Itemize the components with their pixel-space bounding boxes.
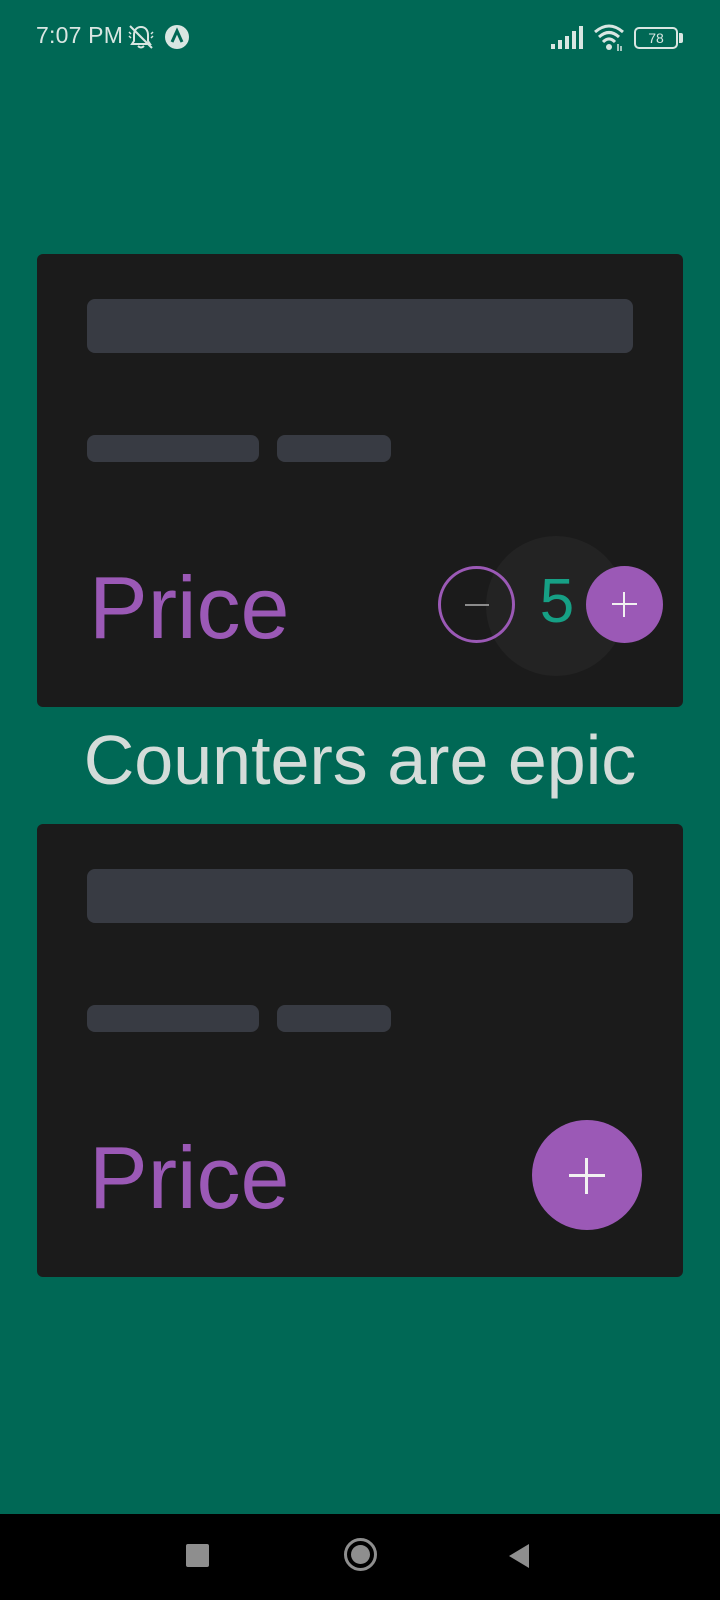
price-label: Price [89,1128,290,1227]
app-screen: 7:07 PM 78 Price 5 Counters are epic Pri… [0,0,720,1600]
recents-square-icon[interactable] [186,1544,209,1567]
skeleton-chip [277,435,391,462]
skeleton-chip [277,1005,391,1032]
status-bar: 7:07 PM 78 [0,0,720,76]
app-notification-icon [165,25,189,49]
product-card-2: Price [37,824,683,1277]
battery-icon: 78 [634,27,678,49]
page-heading: Counters are epic [83,721,637,799]
skeleton-title [87,299,633,353]
skeleton-chip [87,1005,259,1032]
decrement-button[interactable] [438,566,515,643]
counter-value: 5 [539,567,575,636]
skeleton-chip [87,435,259,462]
battery-level: 78 [648,30,664,46]
system-nav-bar [0,1514,720,1600]
back-triangle-icon[interactable] [507,1543,533,1569]
bell-muted-icon [128,25,154,49]
product-card-1: Price 5 [37,254,683,707]
add-to-cart-button[interactable] [532,1120,642,1230]
increment-button[interactable] [586,566,663,643]
battery-tip [679,33,683,43]
status-time: 7:07 PM [36,22,124,48]
home-circle-icon[interactable] [344,1538,377,1571]
signal-icon [551,26,583,49]
skeleton-title [87,869,633,923]
price-label: Price [89,558,290,657]
wifi-icon [594,24,624,51]
